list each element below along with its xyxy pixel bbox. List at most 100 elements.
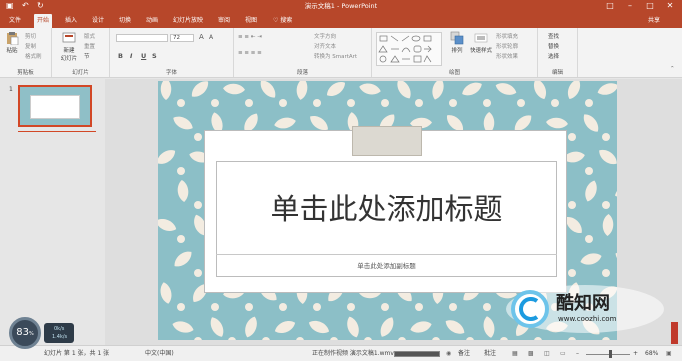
tab-review[interactable]: 审阅	[215, 14, 233, 28]
tab-view[interactable]: 视图	[242, 14, 260, 28]
pattern-dot	[194, 133, 202, 141]
select-button[interactable]: 选择	[548, 52, 559, 60]
bullets-icon[interactable]: ≡ ≡ ⇤ ⇥	[238, 34, 262, 40]
pattern-dot	[568, 133, 576, 141]
section-button[interactable]: 节	[84, 52, 90, 60]
strikethrough-button[interactable]: S	[152, 52, 157, 60]
tab-design[interactable]: 设计	[89, 14, 107, 28]
slide-sorter-icon[interactable]: ▩	[528, 349, 534, 359]
paste-button[interactable]: 粘贴	[1, 31, 23, 54]
replace-button[interactable]: 替换	[548, 42, 559, 50]
clipboard-group: 粘贴 剪切 复制 格式刷 剪贴板	[0, 28, 52, 77]
cut-button[interactable]: 剪切	[25, 32, 36, 40]
cpu-gauge-widget[interactable]: 83%	[9, 317, 41, 349]
pattern-leaf	[347, 316, 359, 338]
ribbon-display-icon[interactable]: □	[600, 0, 620, 12]
align-text-button[interactable]: 对齐文本	[314, 42, 336, 50]
pattern-dot	[568, 337, 576, 340]
font-name-combo[interactable]	[116, 34, 168, 42]
slide-number: 1	[9, 86, 13, 93]
quick-styles-button[interactable]: 快速样式	[468, 31, 494, 54]
pattern-leaf	[599, 149, 617, 165]
reset-button[interactable]: 重置	[84, 42, 95, 50]
scroll-indicator	[671, 322, 678, 344]
slide-thumbnails-pane: 1	[0, 79, 105, 345]
italic-button[interactable]: I	[130, 52, 132, 60]
tab-file[interactable]: 文件	[6, 14, 24, 28]
find-button[interactable]: 查找	[548, 32, 559, 40]
pattern-leaf	[602, 214, 614, 236]
drawing-group-label: 绘图	[448, 70, 460, 76]
shape-outline-button[interactable]: 形状轮廓	[496, 42, 518, 50]
close-button[interactable]: ✕	[660, 0, 680, 12]
normal-view-icon[interactable]: ▦	[512, 349, 518, 359]
title-placeholder[interactable]: 单击此处添加标题	[216, 186, 557, 228]
pattern-dot	[364, 337, 372, 340]
comments-button[interactable]: 批注	[484, 349, 496, 359]
pattern-leaf	[567, 81, 581, 100]
editing-group-label: 编辑	[551, 70, 563, 76]
pattern-leaf	[177, 180, 189, 202]
smartart-button[interactable]: 转换为 SmartArt	[314, 52, 357, 60]
tab-transitions[interactable]: 切换	[116, 14, 134, 28]
tab-home[interactable]: 开始	[34, 14, 53, 28]
title-bar: ▣ ↶ ↻ 演示文稿1 - PowerPoint □ – □ ✕	[0, 0, 682, 12]
shrink-font-button[interactable]: A	[209, 34, 213, 41]
font-size-combo[interactable]: 72	[170, 34, 194, 42]
pattern-dot	[194, 337, 202, 340]
slides-group: 新建 幻灯片 版式 重置 节 幻灯片	[52, 28, 110, 77]
accessibility-icon[interactable]: ◉	[446, 349, 451, 359]
pattern-leaf	[245, 316, 257, 338]
new-slide-button[interactable]: 新建 幻灯片	[57, 31, 81, 62]
collapse-ribbon-icon[interactable]: ⌃	[670, 66, 675, 72]
shape-fill-button[interactable]: 形状填充	[496, 32, 518, 40]
layout-button[interactable]: 版式	[84, 32, 95, 40]
shapes-gallery[interactable]	[376, 32, 442, 66]
pattern-dot	[211, 303, 219, 311]
slide-thumbnail[interactable]	[18, 85, 92, 127]
reading-view-icon[interactable]: ◫	[544, 349, 550, 359]
minimize-button[interactable]: –	[620, 0, 640, 12]
quick-styles-icon	[474, 33, 488, 43]
fit-slide-icon[interactable]: ▣	[666, 349, 672, 359]
pattern-dot	[585, 99, 593, 107]
copy-button[interactable]: 复制	[25, 42, 36, 50]
language-status[interactable]: 中文(中国)	[145, 349, 174, 359]
pattern-dot	[177, 99, 185, 107]
subtitle-placeholder[interactable]: 单击此处添加副标题	[216, 260, 557, 270]
format-painter-button[interactable]: 格式刷	[25, 52, 42, 60]
pattern-dot	[279, 99, 287, 107]
slideshow-view-icon[interactable]: ▭	[560, 349, 566, 359]
pattern-leaf	[158, 150, 176, 164]
pattern-dot	[279, 303, 287, 311]
underline-button[interactable]: U	[141, 52, 146, 60]
tab-slideshow[interactable]: 幻灯片放映	[170, 14, 206, 28]
arrange-button[interactable]: 排列	[446, 31, 468, 54]
tell-me-search[interactable]: ♡ 搜索	[270, 14, 295, 28]
shape-effects-button[interactable]: 形状效果	[496, 52, 518, 60]
download-speed: 1.4k/s	[52, 334, 68, 340]
pattern-dot	[381, 99, 389, 107]
zoom-slider[interactable]	[586, 354, 630, 355]
pattern-leaf	[172, 321, 194, 333]
zoom-in-button[interactable]: +	[633, 349, 638, 359]
pattern-dot	[483, 303, 491, 311]
grow-font-button[interactable]: A	[199, 33, 204, 41]
zoom-out-button[interactable]: –	[576, 349, 579, 359]
bold-button[interactable]: B	[118, 52, 123, 60]
paste-icon	[7, 32, 19, 45]
tab-insert[interactable]: 插入	[62, 14, 80, 28]
share-button[interactable]: 共享	[645, 14, 663, 28]
tab-animations[interactable]: 动画	[143, 14, 161, 28]
notes-button[interactable]: 备注	[458, 349, 470, 359]
watermark-brand: 酷知网	[556, 293, 610, 314]
zoom-level[interactable]: 68%	[645, 349, 658, 359]
pattern-leaf	[432, 81, 444, 100]
pattern-dot	[296, 337, 304, 340]
text-direction-button[interactable]: 文字方向	[314, 32, 336, 40]
maximize-button[interactable]: □	[640, 0, 660, 12]
zoom-slider-thumb[interactable]	[609, 350, 612, 358]
pattern-leaf	[296, 81, 308, 100]
editing-group: 查找 替换 选择 编辑	[538, 28, 578, 77]
align-icon[interactable]: ≡ ≡ ≡ ≡	[238, 50, 262, 56]
